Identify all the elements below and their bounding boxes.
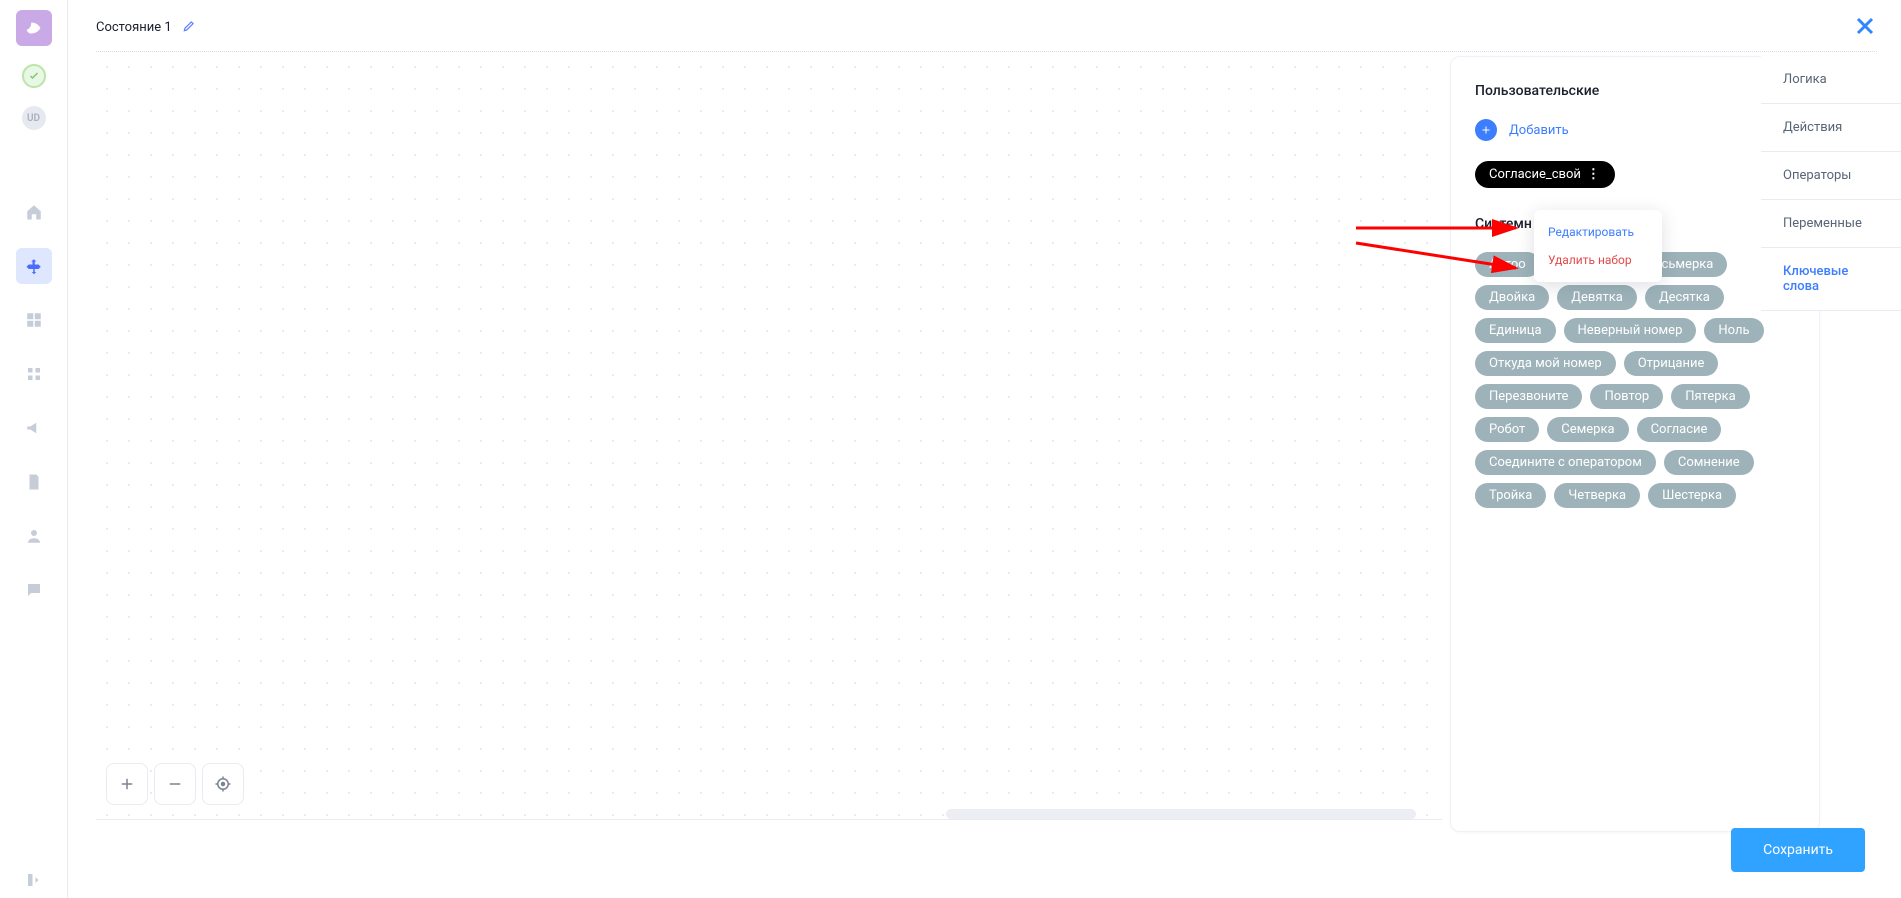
- user-section-title: Пользовательские: [1475, 83, 1795, 99]
- tab-4[interactable]: Ключевые слова: [1761, 248, 1901, 311]
- system-tag[interactable]: Четверка: [1554, 483, 1640, 508]
- nav-grid[interactable]: [16, 302, 52, 338]
- system-tag[interactable]: Повтор: [1590, 384, 1663, 409]
- system-tag[interactable]: Робот: [1475, 417, 1539, 442]
- edit-title-icon[interactable]: [182, 18, 196, 37]
- close-icon[interactable]: [1853, 14, 1877, 42]
- system-tag[interactable]: Тройка: [1475, 483, 1546, 508]
- nav-exit[interactable]: [16, 862, 52, 898]
- system-tag[interactable]: Десятка: [1645, 285, 1724, 310]
- user-tag-pill[interactable]: Согласие_свой ⋮: [1475, 161, 1615, 188]
- nav-home[interactable]: [16, 194, 52, 230]
- system-tag[interactable]: Девятка: [1557, 285, 1637, 310]
- canvas-h-scrollbar[interactable]: [946, 809, 1416, 819]
- save-button[interactable]: Сохранить: [1731, 828, 1865, 872]
- system-tag[interactable]: Отрицание: [1624, 351, 1719, 376]
- canvas[interactable]: [96, 56, 1442, 820]
- system-tag[interactable]: Семерка: [1547, 417, 1628, 442]
- zoom-in-button[interactable]: [106, 763, 148, 805]
- tab-2[interactable]: Операторы: [1761, 152, 1901, 200]
- header: Состояние 1: [96, 16, 1877, 52]
- system-tag[interactable]: Сомнение: [1664, 450, 1754, 475]
- system-tag[interactable]: Единица: [1475, 318, 1556, 343]
- system-tag[interactable]: Перезвоните: [1475, 384, 1582, 409]
- center-button[interactable]: [202, 763, 244, 805]
- nav-doc[interactable]: [16, 464, 52, 500]
- user-tag-label: Согласие_свой: [1489, 167, 1581, 182]
- ctx-delete[interactable]: Удалить набор: [1534, 246, 1662, 274]
- state-title: Состояние 1: [96, 20, 172, 35]
- left-rail: UD: [0, 0, 68, 898]
- nav-flow[interactable]: [16, 248, 52, 284]
- context-menu: Редактировать Удалить набор: [1534, 210, 1662, 282]
- zoom-out-button[interactable]: [154, 763, 196, 805]
- system-tag[interactable]: Согласие: [1637, 417, 1722, 442]
- system-tags: АвтоответчикВосьмеркаДвойкаДевяткаДесятк…: [1475, 252, 1795, 508]
- system-tag[interactable]: Ноль: [1704, 318, 1763, 343]
- system-tag[interactable]: Шестерка: [1648, 483, 1736, 508]
- nav-blocks[interactable]: [16, 356, 52, 392]
- tab-1[interactable]: Действия: [1761, 104, 1901, 152]
- tab-3[interactable]: Переменные: [1761, 200, 1901, 248]
- system-tag[interactable]: Соедините с оператором: [1475, 450, 1656, 475]
- system-tag[interactable]: Пятерка: [1671, 384, 1749, 409]
- add-label: Добавить: [1509, 123, 1569, 138]
- system-tag[interactable]: Двойка: [1475, 285, 1549, 310]
- add-keyword-button[interactable]: Добавить: [1475, 119, 1795, 141]
- nav-megaphone[interactable]: [16, 410, 52, 446]
- side-tabs: ЛогикаДействияОператорыПеременныеКлючевы…: [1761, 56, 1901, 311]
- nav-fullscreen[interactable]: [16, 808, 52, 844]
- more-icon[interactable]: ⋮: [1587, 167, 1601, 182]
- status-badge-check[interactable]: [22, 64, 46, 88]
- system-tag[interactable]: Автоо: [1475, 252, 1540, 277]
- user-badge[interactable]: UD: [22, 106, 46, 130]
- ctx-edit[interactable]: Редактировать: [1534, 218, 1662, 246]
- canvas-tools: [106, 763, 244, 805]
- app-logo[interactable]: [16, 10, 52, 46]
- nav-chat[interactable]: [16, 572, 52, 608]
- nav-user[interactable]: [16, 518, 52, 554]
- system-tag[interactable]: Откуда мой номер: [1475, 351, 1616, 376]
- tab-0[interactable]: Логика: [1761, 56, 1901, 104]
- system-tag[interactable]: Неверный номер: [1564, 318, 1697, 343]
- plus-icon: [1475, 119, 1497, 141]
